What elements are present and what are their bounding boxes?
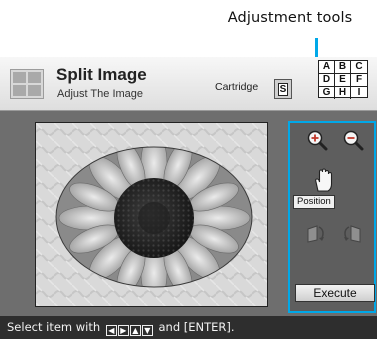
grid-cell: G: [319, 87, 335, 99]
image-preview[interactable]: [35, 122, 268, 307]
right-arrow-key-icon: ▶: [117, 325, 129, 336]
cartridge-icon: S: [274, 79, 292, 99]
rotate-right-icon[interactable]: [340, 221, 364, 245]
printer-screen: Split Image Adjust The Image Cartridge S…: [0, 57, 377, 339]
grid-cell: C: [351, 61, 367, 74]
status-bar: Select item with ◀ ▶ ▲ ▼ and [ENTER].: [0, 316, 377, 339]
up-arrow-key-icon: ▲: [129, 325, 141, 336]
grid-cell: E: [335, 74, 351, 87]
grid-cell: D: [319, 74, 335, 87]
arrow-keys: ◀ ▶ ▲ ▼: [105, 325, 153, 336]
status-suffix: and [ENTER].: [158, 320, 235, 334]
rotate-left-icon[interactable]: [304, 221, 328, 245]
zoom-out-icon[interactable]: [342, 129, 364, 151]
sunflower-image: [36, 123, 267, 306]
grid-cell: F: [351, 74, 367, 87]
split-layout-grid: A B C D E F G H I: [318, 60, 368, 99]
page-subtitle: Adjust The Image: [57, 88, 144, 100]
adjustment-tools-callout-label: Adjustment tools: [227, 10, 353, 26]
header-bar: Split Image Adjust The Image Cartridge S…: [0, 57, 377, 111]
grid-cell: B: [335, 61, 351, 74]
left-arrow-key-icon: ◀: [105, 325, 117, 336]
zoom-in-icon[interactable]: [306, 129, 328, 151]
execute-button[interactable]: Execute: [295, 284, 375, 302]
adjustment-tools-panel: Position Execute: [288, 121, 376, 313]
grid-cell: I: [357, 87, 361, 98]
status-prefix: Select item with: [7, 320, 101, 334]
split-image-icon: [10, 69, 44, 99]
down-arrow-key-icon: ▼: [141, 325, 153, 336]
position-label: Position: [293, 195, 335, 209]
cartridge-label: Cartridge: [215, 81, 259, 93]
cartridge-size: S: [278, 82, 288, 96]
hand-position-icon[interactable]: [310, 167, 336, 193]
page-title: Split Image: [56, 65, 147, 84]
grid-cell: A: [319, 61, 335, 74]
grid-cell: H: [335, 87, 351, 99]
